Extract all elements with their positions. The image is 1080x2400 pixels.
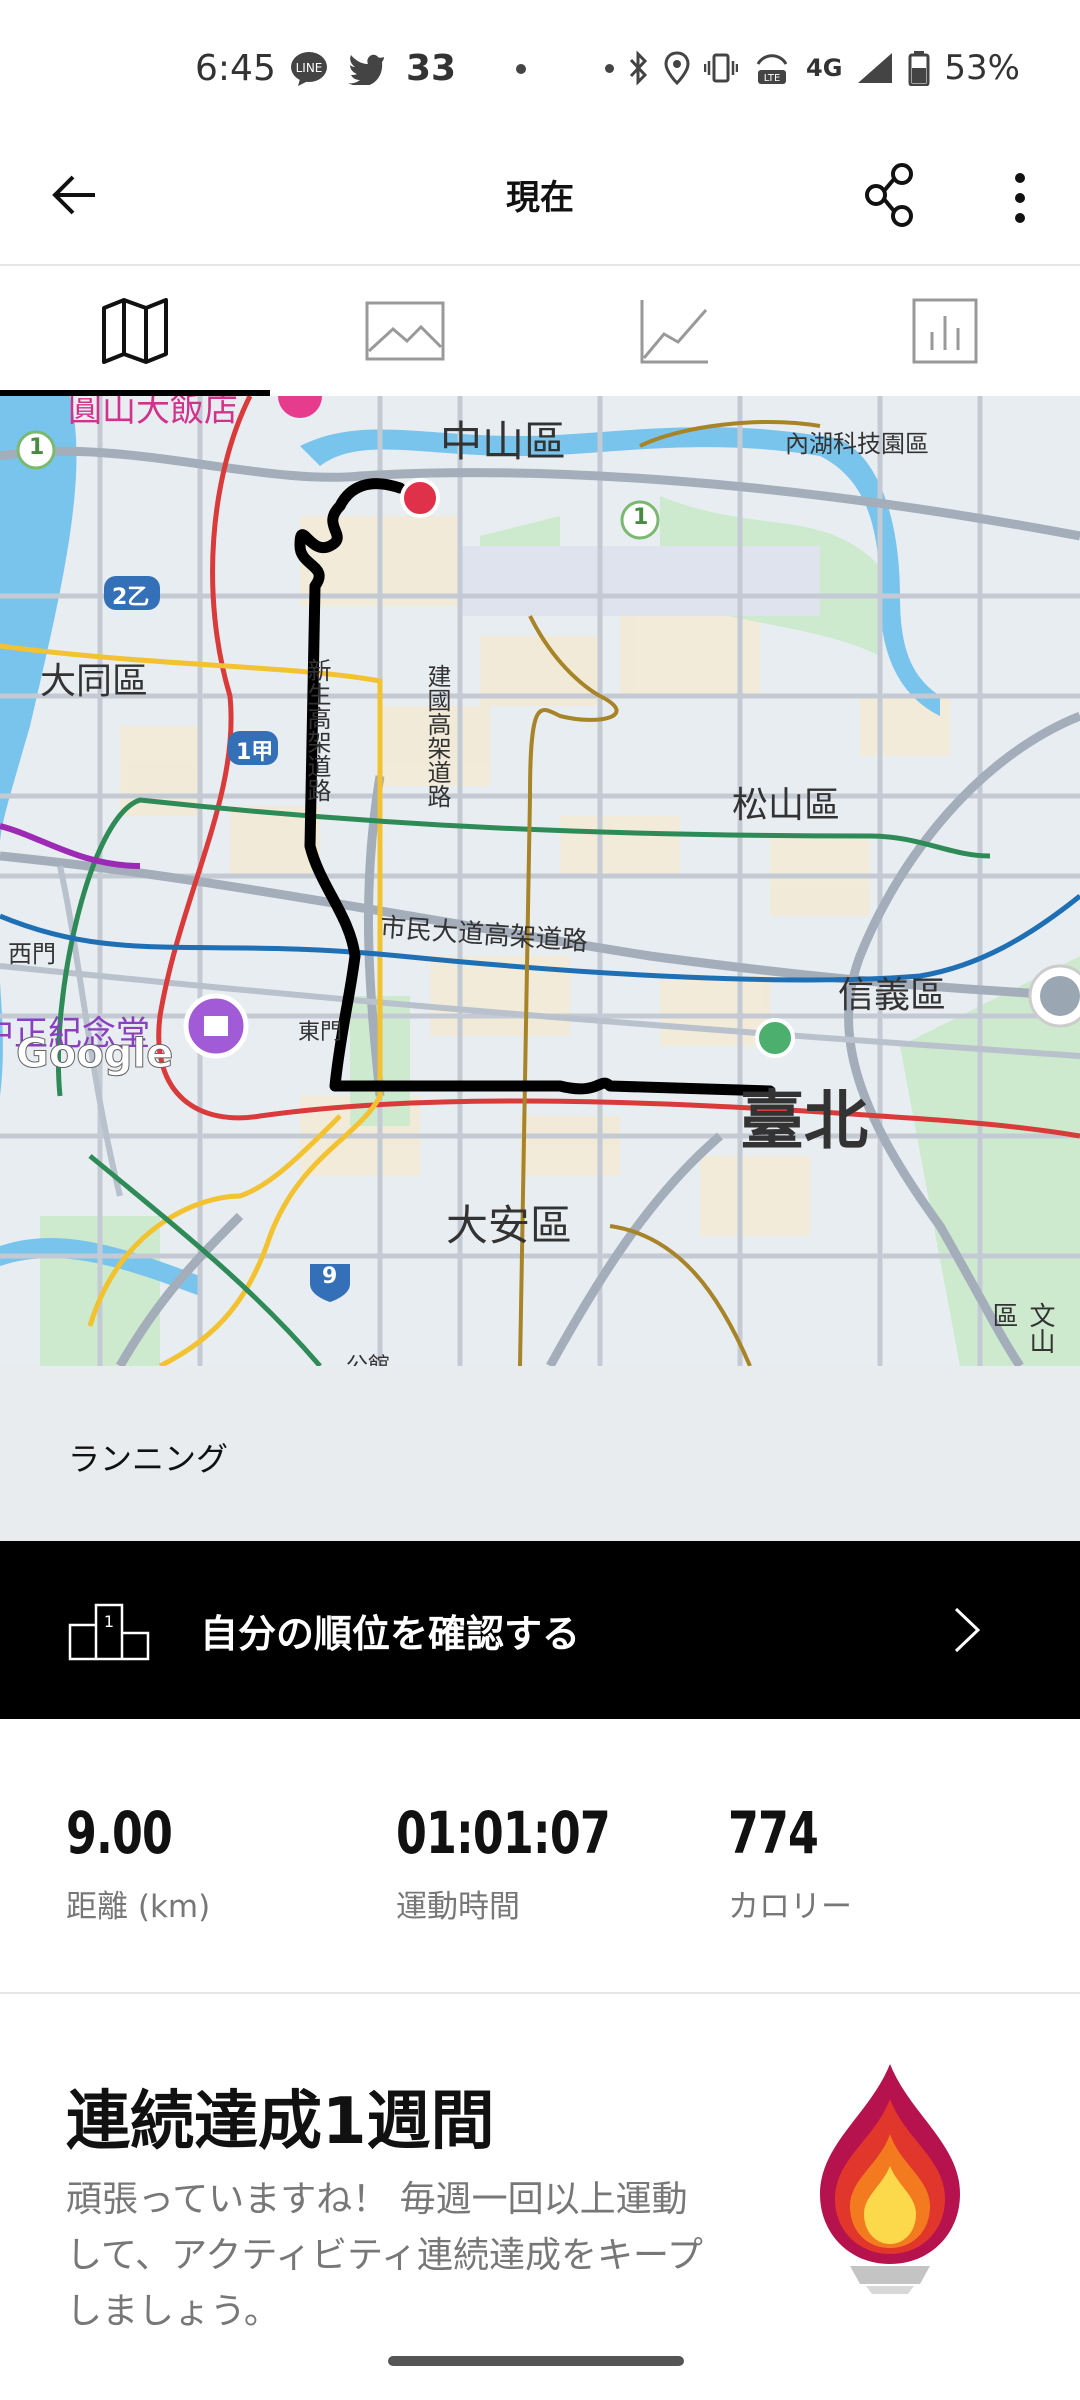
map-label-songshan: 松山區 (732, 785, 841, 826)
stat-label: 運動時間 (396, 1889, 520, 1925)
map-label-jianguo: 建國高架道路 (423, 664, 451, 808)
map-label-hotel: 圓山大飯店 (68, 396, 238, 430)
streak-title: 連続達成1週間 (66, 2085, 495, 2159)
dot-icon (516, 63, 527, 74)
app-bar: 現在 (0, 140, 1080, 265)
stat-value: 9.00 (66, 1799, 173, 1867)
rank-banner[interactable]: 1 自分の順位を確認する (0, 1541, 1080, 1719)
map-icon (102, 298, 168, 364)
share-icon[interactable] (862, 162, 918, 228)
vibrate-icon (704, 53, 739, 83)
stat-label: カロリー (728, 1889, 852, 1925)
svg-text:LTE: LTE (764, 73, 781, 84)
volte-icon: LTE (756, 54, 788, 84)
status-time: 6:45 (195, 48, 276, 89)
map-label-datong: 大同區 (40, 661, 149, 702)
graph-icon (640, 300, 708, 364)
map-label-taipei: 臺北 (740, 1085, 868, 1159)
flame-icon (820, 2064, 960, 2294)
map-label-shisheng: 新生高架道路 (303, 658, 331, 802)
streak-card: 連続達成1週間 頑張っていますね！ 毎週一回以上運動して、アクティビティ連続達成… (0, 1994, 1080, 2400)
map-label-dongmen: 東門 (298, 1020, 343, 1045)
svg-text:LINE: LINE (296, 61, 323, 75)
stat-value: 774 (728, 1799, 819, 1867)
line-icon: LINE (291, 51, 327, 86)
network-type: 4G (806, 54, 843, 82)
stat-duration: 01:01:07 運動時間 (396, 1799, 648, 1926)
map-label-neihu: 內湖科技園區 (785, 430, 929, 458)
svg-text:1: 1 (104, 1612, 114, 1631)
activity-type-section: ランニング (0, 1366, 1080, 1541)
bar-chart-icon (912, 298, 978, 364)
road-shield-9: 9 (322, 1264, 338, 1289)
tab-stats[interactable] (810, 266, 1080, 396)
map-label-gongguan: 公館 (346, 1348, 390, 1366)
system-icons: LTE 4G 53% (605, 48, 1020, 88)
map-label-xinyi: 信義區 (838, 975, 947, 1016)
road-shield-1a: 1甲 (236, 740, 274, 765)
stat-label: 距離 (km) (66, 1889, 211, 1925)
home-indicator[interactable] (388, 2356, 684, 2366)
more-options-icon[interactable] (1000, 168, 1040, 228)
page-title: 現在 (506, 178, 574, 218)
map-label-zhongshan: 中山區 (440, 417, 567, 466)
signal-icon (858, 53, 893, 83)
activity-type: ランニング (68, 1440, 229, 1478)
stat-value: 01:01:07 (396, 1799, 611, 1867)
twitter-icon (348, 54, 384, 85)
map-label-daan: 大安區 (446, 1201, 573, 1250)
podium-icon: 1 (68, 1603, 150, 1661)
tab-photos[interactable] (270, 266, 540, 396)
notification-count: 33 (406, 48, 457, 89)
tab-graph[interactable] (540, 266, 810, 396)
stat-distance: 9.00 距離 (km) (66, 1799, 210, 1926)
map-label-wenshan: 文山區 (988, 1302, 1055, 1354)
notification-icons: LINE 33 (290, 48, 527, 89)
google-logo: Google (15, 1031, 174, 1078)
rank-banner-label: 自分の順位を確認する (200, 1612, 581, 1656)
activity-stats: 9.00 距離 (km) 01:01:07 運動時間 774 カロリー (0, 1719, 1080, 1992)
status-bar: 6:45 LINE 33 LTE 4G 53% (0, 0, 1080, 140)
dot-icon (605, 63, 615, 73)
road-shield-2a: 2乙 (112, 585, 150, 610)
photo-icon (365, 301, 445, 361)
bluetooth-icon (629, 51, 648, 85)
road-shield-1-east: 1 (633, 505, 649, 530)
streak-description: 頑張っていますね！ 毎週一回以上運動して、アクティビティ連続達成をキープしましょ… (66, 2179, 703, 2332)
view-tabs (0, 266, 1080, 396)
battery-percent: 53% (944, 48, 1020, 88)
battery-icon (908, 51, 930, 86)
tab-map[interactable] (0, 266, 270, 396)
road-shield-1-west: 1 (29, 435, 45, 460)
map-label-ximen: 西門 (8, 940, 56, 968)
route-map[interactable]: 中山區 內湖科技園區 大同區 松山區 信義區 大安區 臺北 西門 東門 新生高架… (0, 396, 1080, 1366)
chevron-right-icon (954, 1607, 981, 1653)
stat-calories: 774 カロリー (728, 1799, 852, 1926)
location-icon (664, 51, 690, 85)
